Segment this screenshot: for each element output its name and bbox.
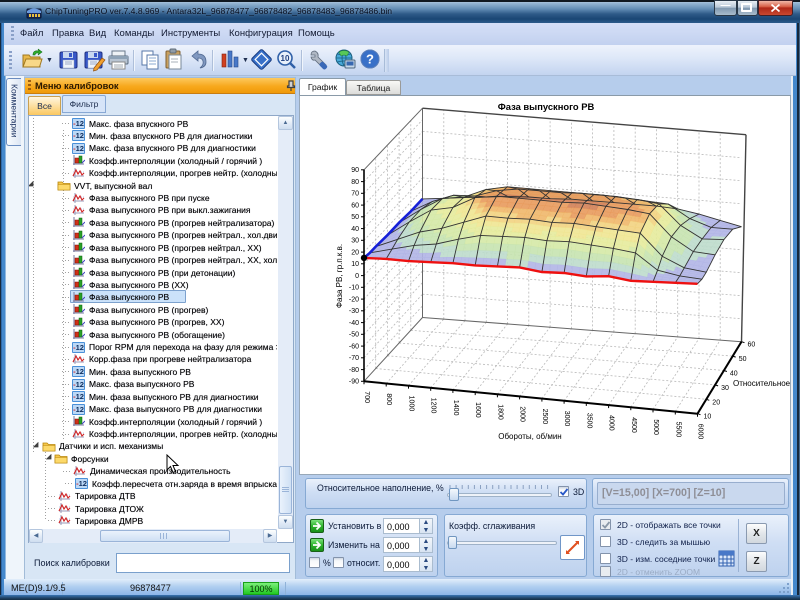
svg-text:1400: 1400 [452,400,459,416]
svg-text:Фаза выпускного РВ: Фаза выпускного РВ [498,101,595,112]
svg-text:50: 50 [351,214,359,221]
svg-text:-30: -30 [349,308,359,315]
svg-text:4000: 4000 [608,415,615,431]
svg-text:2500: 2500 [541,409,548,425]
svg-text:1200: 1200 [430,398,437,414]
svg-text:3500: 3500 [585,413,592,429]
svg-text:80: 80 [351,179,359,186]
svg-text:1000: 1000 [407,396,414,412]
svg-text:60: 60 [351,203,359,210]
svg-text:-80: -80 [349,367,359,374]
svg-text:0: 0 [355,273,359,280]
svg-text:60: 60 [748,342,756,349]
svg-text:70: 70 [351,191,359,198]
svg-text:20: 20 [712,399,720,406]
svg-text:-90: -90 [349,379,359,386]
svg-text:3000: 3000 [563,411,570,427]
svg-text:-10: -10 [349,285,359,292]
svg-text:1600: 1600 [474,402,481,418]
svg-text:30: 30 [721,385,729,392]
svg-text:Фаза РВ, гр.п.к.в.: Фаза РВ, гр.п.к.в. [335,244,344,308]
svg-text:700: 700 [363,391,370,403]
svg-text:30: 30 [351,238,359,245]
svg-text:1800: 1800 [496,404,503,420]
svg-text:-60: -60 [349,343,359,350]
svg-text:?: ? [366,52,374,67]
svg-text:90: 90 [351,167,359,174]
svg-text:-20: -20 [349,296,359,303]
svg-text:2000: 2000 [519,406,526,422]
svg-text:4500: 4500 [630,417,637,433]
svg-text:Относительное нап: Относительное нап [733,379,791,388]
svg-text:10: 10 [281,54,290,63]
svg-text:800: 800 [385,393,392,405]
svg-text:Обороты, об/мин: Обороты, об/мин [498,432,561,441]
svg-text:40: 40 [351,226,359,233]
svg-text:-50: -50 [349,332,359,339]
svg-text:40: 40 [730,371,738,378]
svg-text:-40: -40 [349,320,359,327]
svg-text:10: 10 [704,414,712,421]
svg-text:20: 20 [351,250,359,257]
svg-text:5500: 5500 [674,422,681,438]
svg-text:6000: 6000 [697,424,704,440]
svg-text:50: 50 [739,356,747,363]
svg-text:10: 10 [351,261,359,268]
svg-text:-70: -70 [349,355,359,362]
svg-text:5000: 5000 [652,419,659,435]
